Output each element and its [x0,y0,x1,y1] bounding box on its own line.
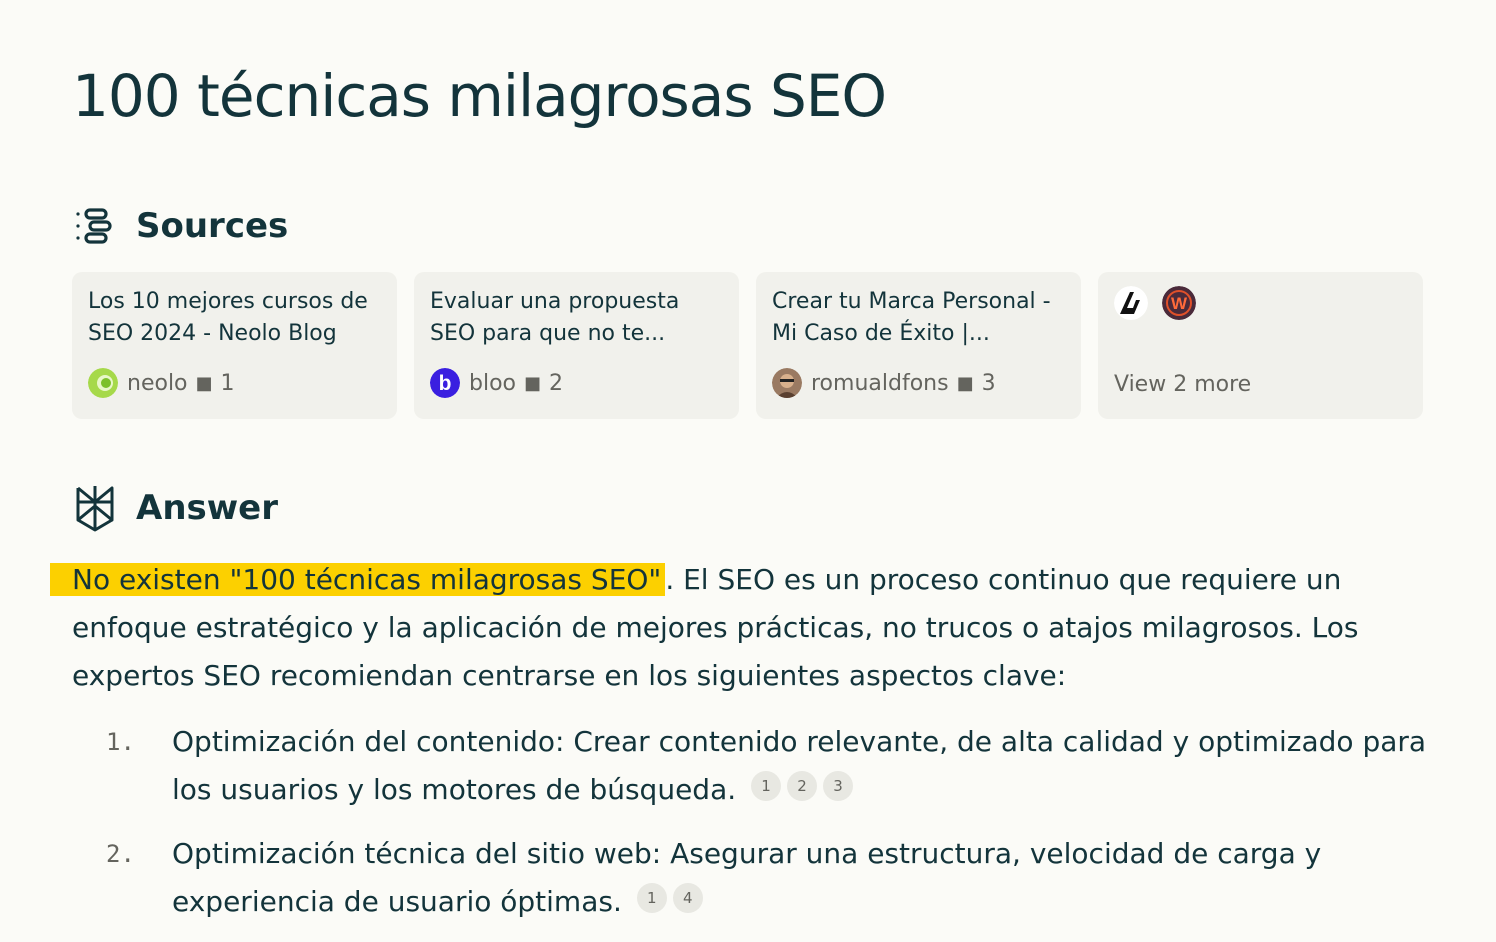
source-logo-a-icon [1114,286,1148,320]
source-index: 2 [549,370,564,396]
list-item-number: 1. [106,728,135,756]
source-logo-w-icon: W [1162,286,1196,320]
view-more-label: View 2 more [1114,372,1252,397]
perplexity-logo-icon [74,486,118,532]
answer-list: 1. Optimización del contenido: Crear con… [72,718,1432,942]
separator-dot: ■ [524,372,542,394]
separator-dot: ■ [956,372,974,394]
citation-badge[interactable]: 2 [787,771,818,801]
sources-label: Sources [136,206,289,246]
source-card-title: Evaluar una propuesta SEO para que no te… [430,289,680,346]
source-card-3[interactable]: Crear tu Marca Personal - Mi Caso de Éxi… [756,272,1081,419]
view-more-card[interactable]: W View 2 more [1098,272,1423,419]
source-card-title: Crear tu Marca Personal - Mi Caso de Éxi… [772,289,1051,346]
more-sources-icons: W [1114,286,1407,320]
svg-text:b: b [439,372,452,395]
highlighted-statement: No existen "100 técnicas milagrosas SEO" [50,563,666,596]
answer-heading: Answer [74,486,278,532]
source-card-meta: neolo ■ 1 [88,368,235,398]
source-cards: Los 10 mejores cursos de SEO 2024 - Neol… [72,272,1423,419]
source-site-name: neolo [127,370,188,396]
source-site-name: romualdfons [811,370,949,396]
source-card-1[interactable]: Los 10 mejores cursos de SEO 2024 - Neol… [72,272,397,419]
list-item: 1. Optimización del contenido: Crear con… [72,718,1432,814]
sources-heading: Sources [74,204,288,248]
source-card-meta: b bloo ■ 2 [430,368,563,398]
sources-list-icon [74,204,118,248]
separator-dot: ■ [195,372,213,394]
list-item-text: Optimización del contenido: Crear conten… [172,718,1432,814]
page-title: 100 técnicas milagrosas SEO [72,62,887,130]
source-site-name: bloo [469,370,516,396]
citation-badge[interactable]: 1 [636,883,667,913]
bloo-favicon-icon: b [430,368,460,398]
source-card-meta: romualdfons ■ 3 [772,368,996,398]
source-index: 3 [981,370,996,396]
list-item-number: 2. [106,840,135,868]
svg-text:W: W [1171,294,1188,313]
citation-badge[interactable]: 1 [751,771,782,801]
romualdfons-avatar-icon [772,368,802,398]
source-card-2[interactable]: Evaluar una propuesta SEO para que no te… [414,272,739,419]
list-item-content: Optimización técnica del sitio web: Aseg… [172,837,1322,918]
answer-intro: No existen "100 técnicas milagrosas SEO"… [50,556,1432,700]
answer-label: Answer [136,488,278,528]
source-index: 1 [220,370,235,396]
citation-badge[interactable]: 4 [672,883,703,913]
list-item: 2. Optimización técnica del sitio web: A… [72,830,1432,926]
source-card-title: Los 10 mejores cursos de SEO 2024 - Neol… [88,289,368,346]
citation-badge[interactable]: 3 [823,771,854,801]
list-item-text: Optimización técnica del sitio web: Aseg… [172,830,1432,926]
neolo-favicon-icon [88,368,118,398]
